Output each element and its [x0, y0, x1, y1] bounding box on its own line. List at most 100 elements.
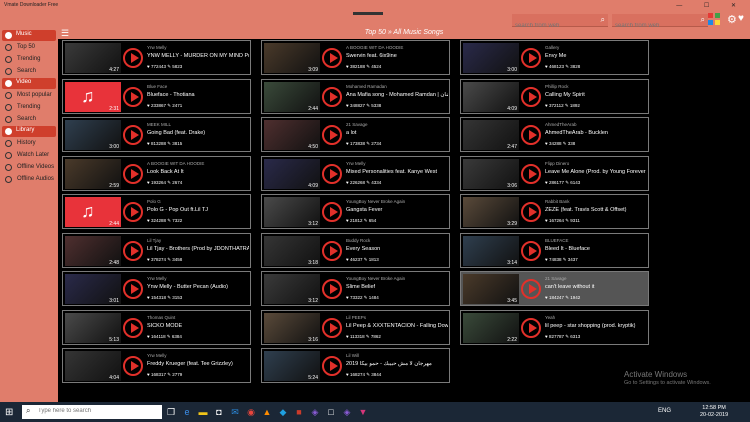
- song-card[interactable]: 4:09 Yrw Melly Mixed Personalities feat. K…: [261, 155, 450, 191]
- play-button-icon[interactable]: [521, 240, 541, 261]
- song-title[interactable]: Slime Belief: [346, 284, 448, 290]
- play-button-icon[interactable]: [322, 240, 342, 261]
- play-button-icon[interactable]: [322, 125, 342, 145]
- song-title[interactable]: a lot: [346, 130, 448, 136]
- song-thumbnail[interactable]: 4:27: [65, 43, 121, 73]
- play-button-icon[interactable]: [123, 240, 143, 261]
- song-thumbnail[interactable]: 4:04: [65, 351, 121, 381]
- play-button-icon[interactable]: [322, 86, 342, 107]
- sidebar-item-history[interactable]: History: [3, 138, 57, 149]
- sidebar-item-music-search[interactable]: Search: [3, 66, 57, 77]
- web-search-box-2[interactable]: ⌕: [612, 14, 708, 32]
- song-title[interactable]: AhmedTheArab - Bucklen: [545, 130, 647, 136]
- song-title[interactable]: Calling My Spirit: [545, 92, 647, 98]
- song-card[interactable]: 3:14 BLUEFACE Bleed It - Blueface ♥ 74838 ✎…: [460, 232, 649, 268]
- song-card[interactable]: 2:47 AhmedTheArab AhmedTheArab - Bucklen ♥ …: [460, 117, 649, 152]
- song-title[interactable]: Every Season: [346, 246, 448, 252]
- mail-icon[interactable]: ✉: [230, 407, 240, 417]
- play-button-icon[interactable]: [123, 163, 143, 184]
- song-title[interactable]: Going Bad (feat. Drake): [147, 130, 249, 136]
- song-card[interactable]: 3:00 MEEK MILL Going Bad (feat. Drake) ♥ 81…: [62, 117, 251, 152]
- song-card[interactable]: 2:48 Lil Tjay Lil Tjay - Brothers (Prod by…: [62, 232, 251, 268]
- section-music[interactable]: Music: [2, 30, 56, 41]
- song-card[interactable]: ♫ 2:31 Blue Face Blueface - Thotiana ♥ 23386…: [62, 78, 251, 114]
- song-card[interactable]: 3:16 Lil PEEPs Lil Peep & XXXTENTACION - F…: [261, 309, 450, 345]
- play-button-icon[interactable]: [123, 86, 143, 107]
- play-button-icon[interactable]: [521, 163, 541, 184]
- vmate-taskbar-icon[interactable]: ▼: [358, 407, 368, 417]
- song-thumbnail[interactable]: 3:01: [65, 274, 121, 304]
- song-thumbnail[interactable]: 3:12: [264, 274, 320, 304]
- sidebar-item-offline-audios[interactable]: Offline Audios: [3, 174, 57, 185]
- song-card[interactable]: 5:13 Thomas Quint SICKO MODE ♥ 164118 ✎ 638…: [62, 309, 251, 345]
- windows-start-icon[interactable]: ⊞: [5, 407, 13, 418]
- taskbar-search-input[interactable]: [36, 407, 160, 415]
- sidebar-item-offline-videos[interactable]: Offline Videos: [3, 162, 57, 173]
- sidebar-item-video-trending[interactable]: Trending: [3, 102, 57, 113]
- chrome-icon[interactable]: ◉: [246, 407, 256, 417]
- song-card[interactable]: 4:09 Phillip Rock Calling My Spirit ♥ 37211…: [460, 78, 649, 114]
- drag-handle[interactable]: [353, 12, 383, 15]
- song-thumbnail[interactable]: 3:09: [264, 43, 320, 73]
- app-icon-blue[interactable]: ◆: [278, 407, 288, 417]
- song-thumbnail[interactable]: ♫ 2:44: [65, 197, 121, 227]
- song-thumbnail[interactable]: 3:16: [264, 312, 320, 343]
- song-thumbnail[interactable]: 4:50: [264, 120, 320, 150]
- song-title[interactable]: Bleed It - Blueface: [545, 246, 647, 252]
- play-button-icon[interactable]: [521, 86, 541, 107]
- song-thumbnail[interactable]: 3:29: [463, 197, 519, 227]
- sidebar-item-watch-later[interactable]: Watch Later: [3, 150, 57, 161]
- play-button-icon[interactable]: [322, 356, 342, 376]
- song-thumbnail[interactable]: 3:45: [463, 274, 519, 304]
- song-title[interactable]: Ana Mafia song - Mohamed Ramdan | محمد ر…: [346, 92, 448, 98]
- play-button-icon[interactable]: [521, 125, 541, 145]
- song-card[interactable]: 4:50 21 Savage a lot ♥ 173838 ✎ 2734: [261, 117, 450, 152]
- visual-studio-icon-2[interactable]: ◈: [342, 407, 352, 417]
- song-thumbnail[interactable]: 2:47: [463, 120, 519, 150]
- song-thumbnail[interactable]: 5:24: [264, 351, 320, 381]
- song-title[interactable]: YNW MELLY - MURDER ON MY MIND Prod By:: [147, 53, 249, 59]
- play-button-icon[interactable]: [521, 202, 541, 222]
- song-title[interactable]: Leave Me Alone (Prod. by Young Forever x…: [545, 169, 647, 175]
- task-view-icon[interactable]: ❐: [166, 407, 176, 417]
- song-card[interactable]: 3:00 Gallery Envy Me ♥ 468123 ✎ 3828: [460, 40, 649, 75]
- song-card[interactable]: 3:45 21 Savage can't leave without it ♥ 184…: [460, 271, 649, 306]
- play-button-icon[interactable]: [322, 163, 342, 184]
- gear-icon[interactable]: ⚙: [727, 13, 737, 26]
- song-title[interactable]: Lil Tjay - Brothers (Prod by JDONTHATRAC…: [147, 246, 249, 252]
- play-button-icon[interactable]: [123, 317, 143, 338]
- play-button-icon[interactable]: [322, 48, 342, 68]
- song-thumbnail[interactable]: 3:06: [463, 158, 519, 189]
- song-title[interactable]: Look Back At It: [147, 169, 249, 175]
- section-video[interactable]: Video: [2, 78, 56, 89]
- play-button-icon[interactable]: [123, 279, 143, 299]
- song-thumbnail[interactable]: ♫ 2:31: [65, 81, 121, 112]
- play-button-icon[interactable]: [123, 202, 143, 222]
- song-title[interactable]: can't leave without it: [545, 284, 647, 290]
- play-button-icon[interactable]: [521, 317, 541, 338]
- taskbar-search[interactable]: ⌕: [22, 405, 162, 419]
- song-thumbnail[interactable]: 3:00: [463, 43, 519, 73]
- song-title[interactable]: مهرجان لا مش حبيبك - حمو بيكا 2019: [346, 361, 448, 367]
- song-title[interactable]: Gangsta Fever: [346, 207, 448, 213]
- section-library[interactable]: Library: [2, 126, 56, 137]
- play-button-icon[interactable]: [123, 356, 143, 376]
- search-icon[interactable]: ⌕: [601, 15, 605, 25]
- folder-icon[interactable]: ▬: [198, 407, 208, 417]
- sidebar-item-most-popular[interactable]: Most popular: [3, 90, 57, 101]
- play-button-icon[interactable]: [521, 48, 541, 68]
- song-card[interactable]: 4:04 Yrw Melly Freddy Krueger (feat. Tee G…: [62, 348, 251, 383]
- song-card[interactable]: 3:06 Flipp Dinero Leave Me Alone (Prod. by…: [460, 155, 649, 191]
- language-indicator[interactable]: ENG: [658, 408, 671, 414]
- song-thumbnail[interactable]: 4:09: [463, 81, 519, 112]
- play-button-icon[interactable]: [123, 125, 143, 145]
- play-button-icon[interactable]: [322, 202, 342, 222]
- heart-icon[interactable]: ♥: [738, 13, 744, 24]
- clock[interactable]: 12:58 PM 20-02-2019: [700, 405, 728, 419]
- song-thumbnail[interactable]: 4:09: [264, 158, 320, 189]
- song-title[interactable]: Ynw Melly - Butter Pecan (Audio): [147, 284, 249, 290]
- song-thumbnail[interactable]: 3:00: [65, 120, 121, 150]
- song-card[interactable]: 3:12 YoungBoy Never Broke Again Gangsta Fe…: [261, 194, 450, 229]
- song-title[interactable]: Envy Me: [545, 53, 647, 59]
- web-search-box-1[interactable]: ⌕: [512, 14, 608, 32]
